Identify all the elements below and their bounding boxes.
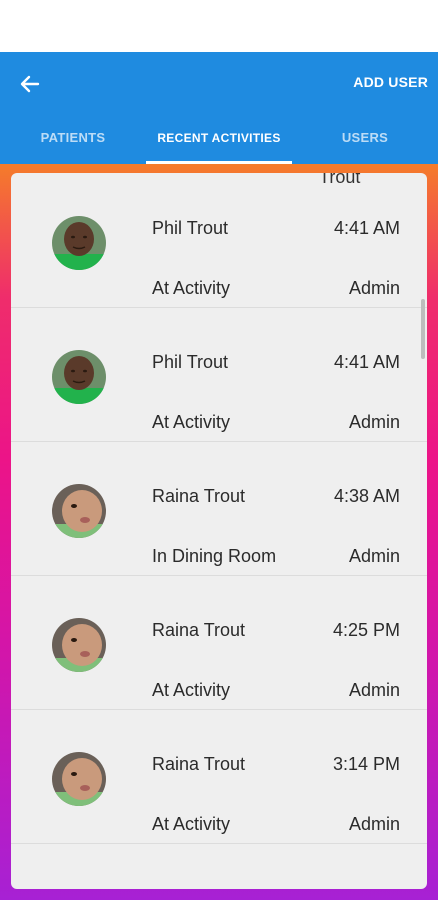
patient-name: Phil Trout [152,352,229,372]
back-button[interactable] [14,68,46,100]
activity-by: Admin [348,546,400,566]
man-photo-icon [52,350,106,404]
activity-time: 4:25 PM [332,620,400,640]
patient-name: Raina Trout [152,754,246,774]
tab-bar: PATIENTS RECENT ACTIVITIES USERS [0,114,438,164]
activity-status: At Activity [152,814,231,834]
patient-name: Raina Trout [152,620,246,640]
add-user-button[interactable]: ADD USER [353,74,428,90]
activity-status: At Activity [152,412,231,432]
activity-by: Admin [348,412,400,432]
activity-time: 4:41 AM [333,352,400,372]
activity-by: Admin [348,814,400,834]
status-bar [0,0,438,52]
scrollbar[interactable] [421,299,425,359]
activity-time: 4:38 AM [333,486,400,506]
activity-by: Admin [348,278,400,298]
activity-time: 3:14 PM [332,754,400,774]
list-item[interactable]: Raina Trout 3:14 PM At Activity Admin [11,709,427,844]
baby-photo-icon [52,618,106,672]
activity-status: At Activity [152,680,231,700]
activity-status: At Activity [152,278,231,298]
avatar [52,618,106,672]
app-bar: ADD USER PATIENTS RECENT ACTIVITIES USER… [0,52,438,164]
baby-photo-icon [52,484,106,538]
tab-recent-activities[interactable]: RECENT ACTIVITIES [146,114,292,164]
activity-list[interactable]: Trout Phil Trout 4:41 AM At Activity Adm… [11,173,427,889]
list-item[interactable]: Raina Trout 4:25 PM At Activity Admin [11,575,427,710]
list-item[interactable]: Raina Trout 4:38 AM In Dining Room Admin [11,441,427,576]
back-arrow-icon [20,75,40,93]
tab-patients[interactable]: PATIENTS [0,114,146,164]
baby-photo-icon [52,752,106,806]
avatar [52,216,106,270]
avatar [52,350,106,404]
man-photo-icon [52,216,106,270]
activity-status: In Dining Room [152,546,277,566]
list-item[interactable]: Phil Trout 4:41 AM At Activity Admin [11,173,427,308]
tab-users[interactable]: USERS [292,114,438,164]
activity-by: Admin [348,680,400,700]
patient-name: Raina Trout [152,486,246,506]
avatar [52,752,106,806]
avatar [52,484,106,538]
activity-time: 4:41 AM [333,218,400,238]
list-item[interactable]: Phil Trout 4:41 AM At Activity Admin [11,307,427,442]
patient-name: Phil Trout [152,218,229,238]
